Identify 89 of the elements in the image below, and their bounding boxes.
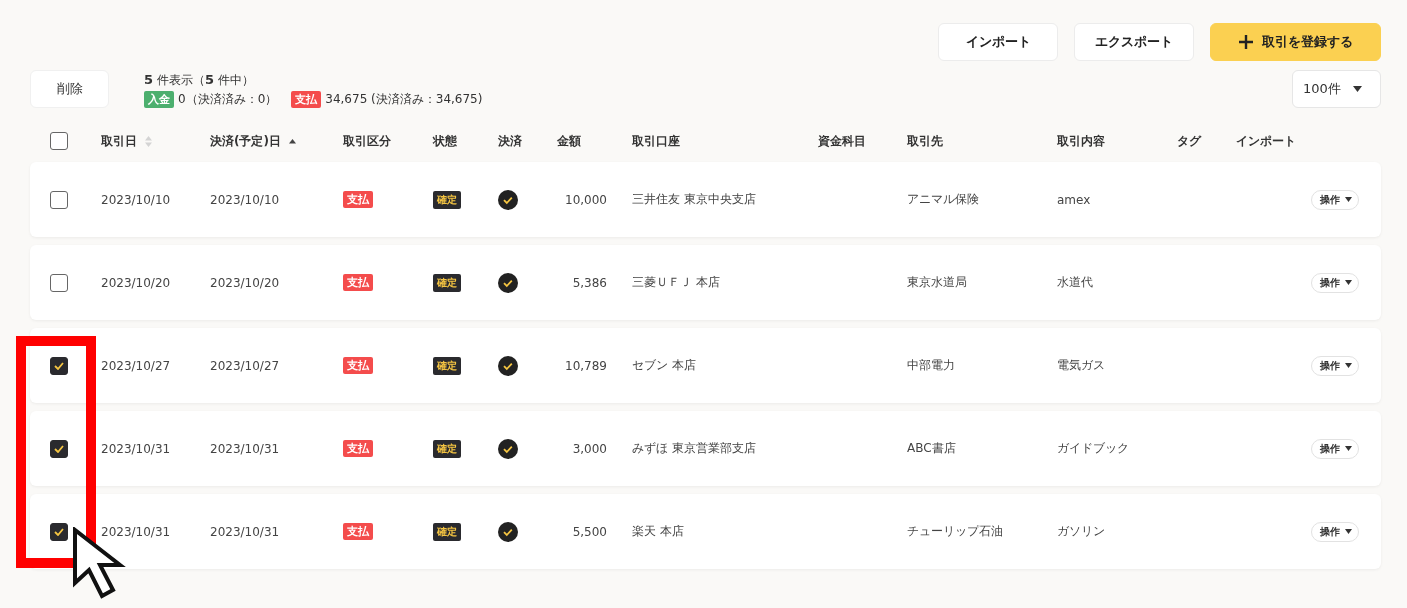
- caret-icon: [1345, 446, 1352, 451]
- partner-cell: ABC書店: [907, 440, 956, 457]
- column-header: 取引内容: [1057, 132, 1105, 150]
- row-checkbox[interactable]: [50, 273, 68, 292]
- total-amount: 34,675 (決済済み：34,675): [325, 91, 483, 108]
- content-cell: 電気ガス: [1057, 357, 1105, 374]
- account-cell: みずほ 東京営業部支店: [632, 440, 756, 457]
- checkmark-icon: [54, 361, 64, 370]
- sort-ascending-icon[interactable]: [288, 138, 296, 144]
- date-cell: 2023/10/27: [101, 358, 171, 373]
- row-checkbox[interactable]: [50, 522, 68, 541]
- total-amount: 0（決済済み：0）: [178, 91, 278, 108]
- type-badge: 支払: [343, 440, 373, 457]
- register-button[interactable]: 取引を登録する: [1210, 23, 1381, 61]
- row-checkbox[interactable]: [50, 190, 68, 209]
- transaction-row[interactable]: 2023/10/10 2023/10/10 支払 確定 10,000 三井住友 東京中央支店 アニマル保険 amex 操作: [30, 162, 1381, 237]
- column-header: 取引先: [907, 132, 943, 150]
- transaction-row[interactable]: 2023/10/31 2023/10/31 支払 確定 5,500 楽天 本店 チューリップ石油 ガソリン 操作: [30, 494, 1381, 569]
- date-cell: 2023/10/20: [210, 275, 280, 290]
- action-dropdown[interactable]: 操作: [1311, 272, 1359, 293]
- plus-icon: [1238, 34, 1254, 50]
- action-dropdown[interactable]: 操作: [1311, 355, 1359, 376]
- content-cell: ガソリン: [1057, 523, 1105, 540]
- amount-cell: 5,386: [572, 275, 607, 290]
- amount-cell: 3,000: [572, 441, 607, 456]
- partner-cell: チューリップ石油: [907, 523, 1003, 540]
- amount-cell: 10,000: [565, 192, 607, 207]
- action-dropdown[interactable]: 操作: [1311, 189, 1359, 210]
- checkmark-icon: [54, 444, 64, 453]
- status-badge: 確定: [433, 356, 461, 375]
- date-cell: 2023/10/10: [101, 192, 171, 207]
- transaction-row[interactable]: 2023/10/31 2023/10/31 支払 確定 3,000 みずほ 東京営業部支店 ABC書店 ガイドブック 操作: [30, 411, 1381, 486]
- caret-icon: [1353, 86, 1362, 92]
- content-cell: 水道代: [1057, 274, 1093, 291]
- date-cell: 2023/10/20: [101, 275, 171, 290]
- partner-cell: アニマル保険: [907, 191, 979, 208]
- type-badge: 支払: [343, 523, 373, 540]
- transaction-row[interactable]: 2023/10/20 2023/10/20 支払 確定 5,386 三菱ＵＦＪ 本店 東京水道局 水道代 操作: [30, 245, 1381, 320]
- account-cell: 楽天 本店: [632, 523, 684, 540]
- column-header: 取引口座: [632, 132, 680, 150]
- type-badge: 支払: [343, 274, 373, 291]
- caret-icon: [1345, 363, 1352, 368]
- partner-cell: 中部電力: [907, 357, 955, 374]
- account-cell: 三菱ＵＦＪ 本店: [632, 274, 720, 291]
- date-cell: 2023/10/31: [101, 524, 171, 539]
- column-header[interactable]: 取引日: [101, 132, 137, 150]
- result-count: 5 件表示（5 件中）: [144, 72, 255, 88]
- date-cell: 2023/10/31: [210, 524, 280, 539]
- per-page-select[interactable]: 100件: [1292, 70, 1381, 108]
- caret-icon: [1345, 197, 1352, 202]
- action-dropdown[interactable]: 操作: [1311, 438, 1359, 459]
- checkmark-icon: [54, 527, 64, 536]
- caret-icon: [1345, 529, 1352, 534]
- amount-cell: 10,789: [565, 358, 607, 373]
- select-all-checkbox[interactable]: [50, 132, 68, 150]
- content-cell: amex: [1057, 192, 1091, 207]
- account-cell: セブン 本店: [632, 357, 696, 374]
- row-checkbox[interactable]: [50, 439, 68, 458]
- type-badge: 支払: [343, 357, 373, 374]
- caret-icon: [1345, 280, 1352, 285]
- type-badge: 支払: [291, 91, 322, 108]
- amount-cell: 5,500: [572, 524, 607, 539]
- type-badge: 支払: [343, 191, 373, 208]
- column-header: 資金科目: [818, 132, 866, 150]
- export-button[interactable]: エクスポート: [1074, 23, 1194, 61]
- status-badge: 確定: [433, 522, 461, 541]
- date-cell: 2023/10/31: [101, 441, 171, 456]
- column-header: インポート: [1236, 132, 1296, 150]
- partner-cell: 東京水道局: [907, 274, 967, 291]
- column-header: タグ: [1177, 132, 1201, 150]
- import-button[interactable]: インポート: [938, 23, 1058, 61]
- column-header[interactable]: 決済(予定)日: [210, 132, 281, 150]
- type-badge: 入金: [144, 91, 174, 108]
- transaction-row[interactable]: 2023/10/27 2023/10/27 支払 確定 10,789 セブン 本店 中部電力 電気ガス 操作: [30, 328, 1381, 403]
- column-header: 状態: [433, 132, 457, 150]
- date-cell: 2023/10/31: [210, 441, 280, 456]
- status-badge: 確定: [433, 439, 461, 458]
- column-header: 取引区分: [343, 132, 391, 150]
- delete-button[interactable]: 削除: [30, 70, 109, 108]
- status-badge: 確定: [433, 273, 461, 292]
- date-cell: 2023/10/10: [210, 192, 280, 207]
- date-cell: 2023/10/27: [210, 358, 280, 373]
- account-cell: 三井住友 東京中央支店: [632, 191, 756, 208]
- column-header: 金額: [557, 132, 581, 150]
- action-dropdown[interactable]: 操作: [1311, 521, 1359, 542]
- row-checkbox[interactable]: [50, 356, 68, 375]
- column-header: 決済: [498, 132, 522, 150]
- content-cell: ガイドブック: [1057, 440, 1129, 457]
- status-badge: 確定: [433, 190, 461, 209]
